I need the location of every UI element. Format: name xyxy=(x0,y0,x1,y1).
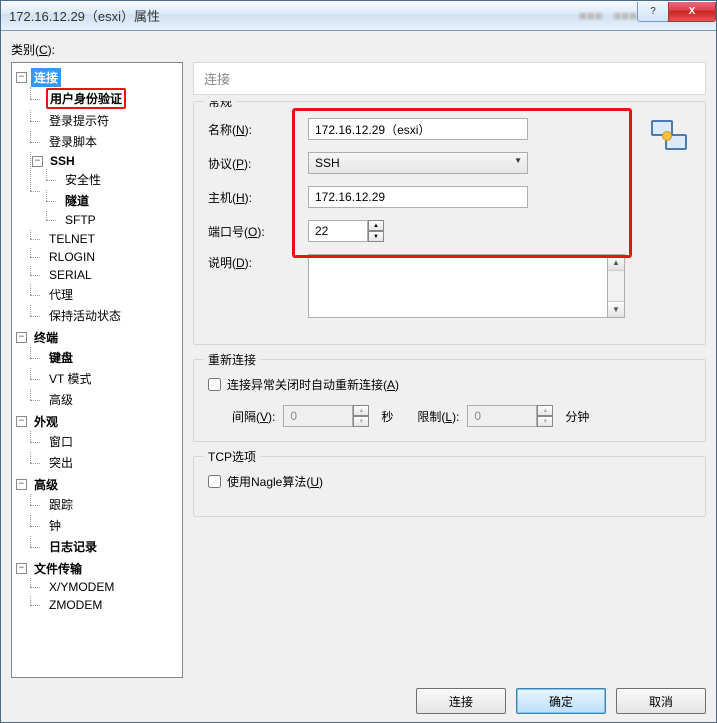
tree-serial[interactable]: SERIAL xyxy=(46,267,95,283)
tree-ssh-security[interactable]: 安全性 xyxy=(62,170,104,189)
tree-logging[interactable]: 日志记录 xyxy=(46,537,100,556)
cancel-button[interactable]: 取消 xyxy=(616,688,706,714)
group-reconnect: 重新连接 连接异常关闭时自动重新连接(A) 间隔(V): ▲ ▼ xyxy=(193,359,706,442)
help-button[interactable]: ? xyxy=(637,2,669,22)
tree-user-auth[interactable]: 用户身份验证 xyxy=(46,88,126,109)
label-port: 端口号(O): xyxy=(208,223,308,240)
tree-terminal[interactable]: 终端 xyxy=(31,328,61,347)
auto-reconnect-label: 连接异常关闭时自动重新连接(A) xyxy=(227,376,399,393)
tree-keyboard[interactable]: 键盘 xyxy=(46,348,76,367)
tree-connection[interactable]: 连接 xyxy=(31,68,61,87)
expand-toggle[interactable]: − xyxy=(16,332,27,343)
tree-login-prompt[interactable]: 登录提示符 xyxy=(46,111,112,130)
window-title: 172.16.12.29（esxi）属性 xyxy=(9,6,563,25)
host-icon xyxy=(651,120,691,160)
connect-button[interactable]: 连接 xyxy=(416,688,506,714)
label-protocol: 协议(P): xyxy=(208,155,308,172)
tree-keepalive[interactable]: 保持活动状态 xyxy=(46,306,124,325)
nagle-checkbox[interactable] xyxy=(208,475,221,488)
nagle-label: 使用Nagle算法(U) xyxy=(227,473,323,490)
port-input[interactable] xyxy=(308,220,368,242)
label-limit: 限制(L): xyxy=(417,408,459,425)
limit-spin-up: ▲ xyxy=(537,405,553,416)
label-name: 名称(N): xyxy=(208,121,308,138)
expand-toggle[interactable]: − xyxy=(16,72,27,83)
tree-ssh[interactable]: SSH xyxy=(47,153,78,169)
textarea-scrollbar[interactable]: ▲▼ xyxy=(608,254,625,318)
interval-spin-up: ▲ xyxy=(353,405,369,416)
tree-appearance[interactable]: 外观 xyxy=(31,412,61,431)
properties-dialog: 172.16.12.29（esxi）属性 ■■■ ■■■ ? X 类别(C): … xyxy=(0,0,717,723)
tree-ssh-tunnel[interactable]: 隧道 xyxy=(62,191,92,210)
label-interval: 间隔(V): xyxy=(232,408,275,425)
tree-trace[interactable]: 跟踪 xyxy=(46,495,76,514)
tree-rlogin[interactable]: RLOGIN xyxy=(46,249,98,265)
group-tcp: TCP选项 使用Nagle算法(U) xyxy=(193,456,706,517)
expand-toggle[interactable]: − xyxy=(16,416,27,427)
label-host: 主机(H): xyxy=(208,189,308,206)
tree-proxy[interactable]: 代理 xyxy=(46,285,76,304)
ok-button[interactable]: 确定 xyxy=(516,688,606,714)
tree-file-transfer[interactable]: 文件传输 xyxy=(31,559,85,578)
tree-advanced1[interactable]: 高级 xyxy=(46,390,76,409)
expand-toggle[interactable]: − xyxy=(16,563,27,574)
interval-input xyxy=(283,405,353,427)
expand-toggle[interactable]: − xyxy=(16,479,27,490)
protocol-select[interactable] xyxy=(308,152,528,174)
tree-ssh-sftp[interactable]: SFTP xyxy=(62,212,99,228)
tree-zmodem[interactable]: ZMODEM xyxy=(46,597,105,613)
tree-advanced2[interactable]: 高级 xyxy=(31,475,61,494)
titlebar[interactable]: 172.16.12.29（esxi）属性 ■■■ ■■■ ? X xyxy=(1,1,716,31)
name-input[interactable] xyxy=(308,118,528,140)
host-input[interactable] xyxy=(308,186,528,208)
tree-highlight[interactable]: 突出 xyxy=(46,453,76,472)
port-spin-up[interactable]: ▲ xyxy=(368,220,384,231)
expand-toggle[interactable]: − xyxy=(32,156,43,167)
limit-spin-down: ▼ xyxy=(537,416,553,427)
category-tree[interactable]: − 连接 用户身份验证 登录提示符 登录脚本 − SSH 安全性 xyxy=(11,62,183,678)
category-label: 类别(C): xyxy=(11,41,706,58)
tree-bell[interactable]: 钟 xyxy=(46,516,64,535)
auto-reconnect-checkbox[interactable] xyxy=(208,378,221,391)
description-textarea[interactable] xyxy=(308,254,608,318)
tree-window[interactable]: 窗口 xyxy=(46,432,76,451)
tree-telnet[interactable]: TELNET xyxy=(46,231,98,247)
label-description: 说明(D): xyxy=(208,254,308,271)
tree-vt-mode[interactable]: VT 模式 xyxy=(46,369,94,388)
port-spin-down[interactable]: ▼ xyxy=(368,231,384,242)
section-title: 连接 xyxy=(193,62,706,95)
tree-login-script[interactable]: 登录脚本 xyxy=(46,132,100,151)
group-general: 常规 名称(N): 协议(P): xyxy=(193,101,706,345)
tree-xymodem[interactable]: X/YMODEM xyxy=(46,579,117,595)
close-button[interactable]: X xyxy=(668,2,716,22)
interval-spin-down: ▼ xyxy=(353,416,369,427)
limit-input xyxy=(467,405,537,427)
